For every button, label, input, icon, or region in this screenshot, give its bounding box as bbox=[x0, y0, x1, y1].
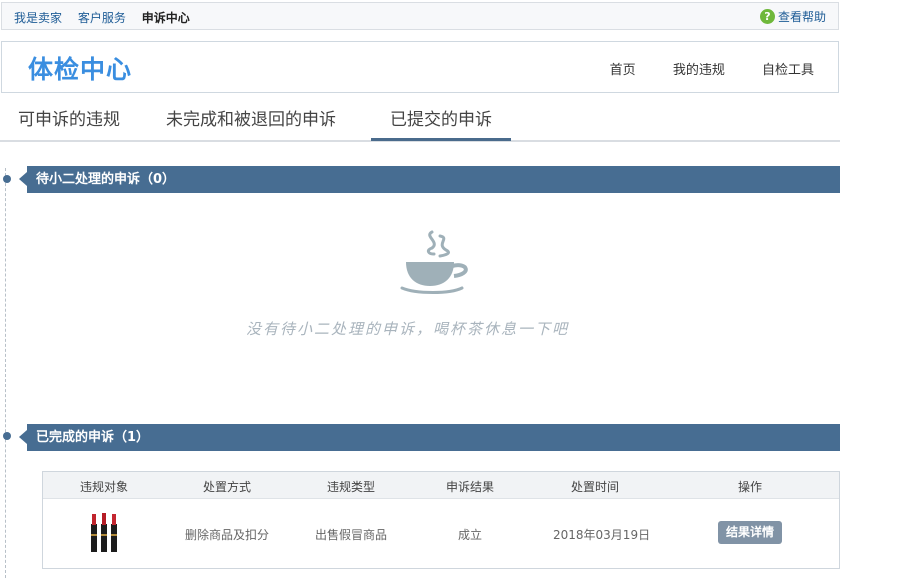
header-nav: 首页 我的违规 自检工具 bbox=[577, 59, 814, 78]
tab-unfinished-returned-appeals[interactable]: 未完成和被退回的申诉 bbox=[166, 105, 336, 138]
tab-bar: 可申诉的违规 未完成和被退回的申诉 已提交的申诉 bbox=[0, 96, 840, 142]
question-circle-icon: ? bbox=[759, 9, 775, 24]
row-appeal-result: 成立 bbox=[458, 528, 483, 542]
completed-section-title: 已完成的申诉（1） bbox=[36, 430, 150, 445]
appeal-center-current: 申诉中心 bbox=[141, 11, 190, 25]
page-title: 体检中心 bbox=[28, 55, 133, 84]
tab-submitted-appeals[interactable]: 已提交的申诉 bbox=[371, 105, 511, 141]
lipstick-product-image[interactable] bbox=[89, 510, 119, 554]
pending-section-title: 待小二处理的申诉（0） bbox=[36, 172, 176, 187]
empty-state-message: 没有待小二处理的申诉，喝杯茶休息一下吧 bbox=[246, 320, 570, 338]
tea-cup-icon bbox=[400, 230, 468, 294]
tab-appealable-violations[interactable]: 可申诉的违规 bbox=[18, 105, 120, 138]
timeline-dot-completed bbox=[3, 432, 11, 440]
pending-section-header: 待小二处理的申诉（0） bbox=[19, 166, 840, 193]
completed-appeals-table: 违规对象 处置方式 违规类型 申诉结果 处置时间 操作 删除商品及扣分 出售假冒… bbox=[42, 471, 840, 569]
nav-my-violations[interactable]: 我的违规 bbox=[673, 63, 725, 78]
column-violation-object: 违规对象 bbox=[80, 480, 129, 494]
top-bar: 我是卖家 客户服务 申诉中心 ? 查看帮助 bbox=[1, 2, 839, 30]
row-disposal-method: 删除商品及扣分 bbox=[185, 528, 270, 542]
completed-section-header: 已完成的申诉（1） bbox=[19, 424, 840, 451]
row-violation-type: 出售假冒商品 bbox=[315, 528, 388, 542]
timeline-dot-pending bbox=[3, 175, 11, 183]
nav-self-check-tool[interactable]: 自检工具 bbox=[762, 63, 814, 78]
help-label: 查看帮助 bbox=[777, 10, 826, 24]
column-disposal-method: 处置方式 bbox=[203, 480, 252, 494]
column-disposal-time: 处置时间 bbox=[571, 480, 620, 494]
help-link[interactable]: ? 查看帮助 bbox=[759, 8, 826, 25]
column-operation: 操作 bbox=[738, 480, 763, 494]
timeline-line bbox=[5, 168, 6, 578]
table-header: 违规对象 处置方式 违规类型 申诉结果 处置时间 操作 bbox=[43, 472, 839, 499]
column-appeal-result: 申诉结果 bbox=[446, 480, 495, 494]
top-links: 我是卖家 客户服务 申诉中心 bbox=[14, 9, 202, 26]
row-disposal-time: 2018年03月19日 bbox=[553, 528, 651, 542]
nav-home[interactable]: 首页 bbox=[610, 63, 636, 78]
column-violation-type: 违规类型 bbox=[327, 480, 376, 494]
result-details-button[interactable]: 结果详情 bbox=[718, 521, 782, 544]
customer-service-link[interactable]: 客户服务 bbox=[78, 11, 126, 25]
seller-link[interactable]: 我是卖家 bbox=[14, 11, 62, 25]
page-header: 体检中心 首页 我的违规 自检工具 bbox=[1, 41, 839, 93]
